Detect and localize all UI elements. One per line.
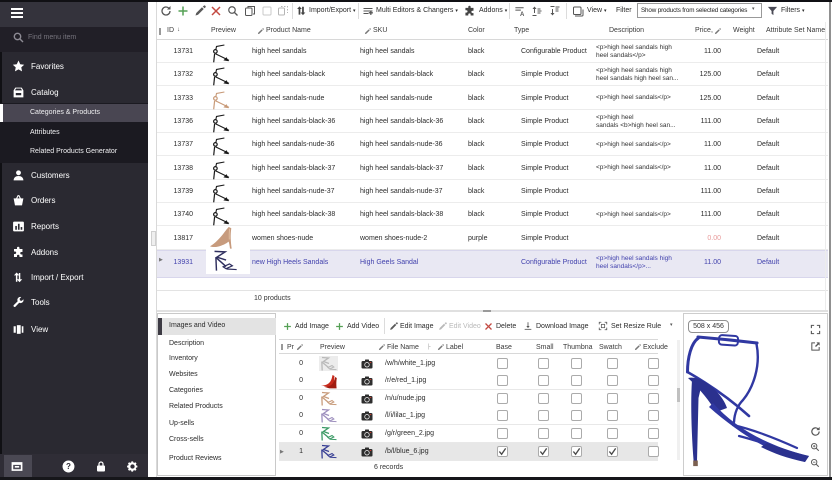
svg-text:A: A (520, 12, 525, 17)
svg-text:?: ? (66, 462, 71, 471)
